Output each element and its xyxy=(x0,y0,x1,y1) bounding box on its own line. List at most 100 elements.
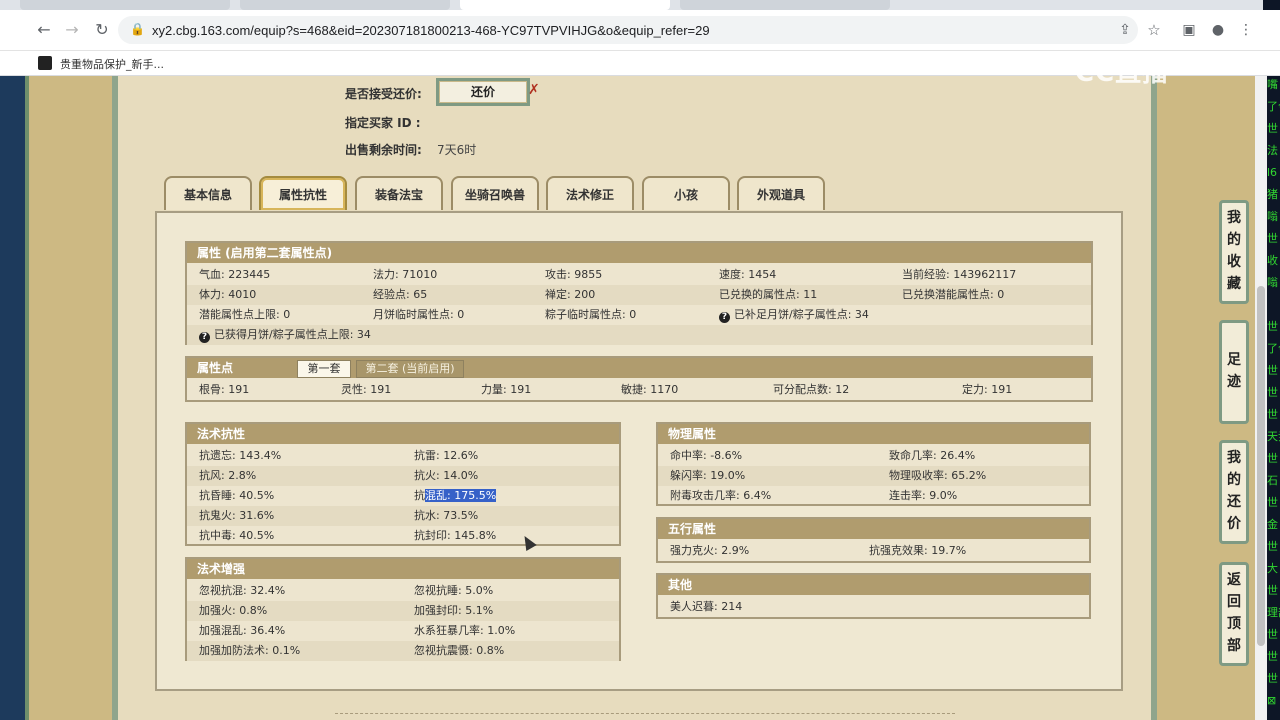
chat-line: 嗡 xyxy=(1267,210,1278,223)
table-row: 抗中毒: 40.5% 抗封印: 145.8% xyxy=(187,526,619,546)
strength-value: 力量: 191 xyxy=(481,383,532,396)
my-offers-button[interactable]: 我的还价 xyxy=(1219,440,1249,544)
side-button-char: 我 xyxy=(1227,450,1241,466)
filled-points-text: 已补足月饼/粽子属性点: 34 xyxy=(734,308,869,321)
chat-line: 嘴 xyxy=(1267,78,1278,91)
browser-tab[interactable] xyxy=(240,0,450,10)
browser-tab[interactable] xyxy=(680,0,890,10)
resist-value: 抗遗忘: 143.4% xyxy=(199,449,282,462)
scrollbar[interactable] xyxy=(1255,76,1267,720)
profile-icon[interactable]: ● xyxy=(1208,20,1228,40)
resist-value: 抗风: 2.8% xyxy=(199,469,257,482)
tab-basic-info[interactable]: 基本信息 xyxy=(164,176,252,210)
boost-value: 加强加防法术: 0.1% xyxy=(199,644,301,657)
table-row: 加强混乱: 36.4% 水系狂暴几率: 1.0% xyxy=(187,621,619,641)
tab-point-set-2[interactable]: 第二套 (当前启用) xyxy=(356,360,464,378)
chat-line: 法 xyxy=(1267,144,1278,157)
side-button-char: 回 xyxy=(1227,594,1241,610)
forward-icon[interactable]: → xyxy=(62,20,82,40)
exp-points-value: 经验点: 65 xyxy=(373,288,428,301)
section-title: 其他 xyxy=(658,575,1089,595)
stat-points-section: 属性点 第一套 第二套 (当前启用) 根骨: 191 灵性: 191 力量: 1… xyxy=(185,356,1093,402)
tab-children[interactable]: 小孩 xyxy=(642,176,730,210)
attributes-section: 属性 (启用第二套属性点) 气血: 223445 法力: 71010 攻击: 9… xyxy=(185,241,1093,345)
resist-value: 抗鬼火: 31.6% xyxy=(199,509,275,522)
table-row: 抗风: 2.8% 抗火: 14.0% xyxy=(187,466,619,486)
time-left-value: 7天6时 xyxy=(437,143,477,157)
bookmark-item[interactable]: 贵重物品保护_新手... xyxy=(60,56,164,72)
spirit-value: 灵性: 191 xyxy=(341,383,392,396)
chat-line: 世 xyxy=(1267,452,1278,465)
potential-limit-value: 潜能属性点上限: 0 xyxy=(199,308,291,321)
section-title: 五行属性 xyxy=(658,519,1089,539)
resist-prefix: 抗 xyxy=(414,489,425,502)
chat-line: 世 xyxy=(1267,540,1278,553)
footprint-button[interactable]: 足迹 xyxy=(1219,320,1249,424)
offer-button[interactable]: 还价 xyxy=(436,78,530,106)
url-field[interactable]: 🔒 xy2.cbg.163.com/equip?s=468&eid=202307… xyxy=(118,16,1138,44)
resist-value: 抗水: 73.5% xyxy=(414,509,479,522)
scroll-thumb[interactable] xyxy=(1257,286,1265,646)
chat-line: 世 xyxy=(1267,364,1278,377)
boost-value: 忽视抗混: 32.4% xyxy=(199,584,286,597)
chat-line: 世 xyxy=(1267,650,1278,663)
chat-line: 了今 xyxy=(1267,342,1280,355)
speed-value: 速度: 1454 xyxy=(719,268,777,281)
browser-tab-strip xyxy=(0,0,1280,10)
offer-mark-icon: ✗ xyxy=(528,82,540,98)
tab-point-set-1[interactable]: 第一套 xyxy=(297,360,351,378)
menu-icon[interactable]: ⋮ xyxy=(1236,20,1256,40)
tab-attributes-resist[interactable]: 属性抗性 xyxy=(259,176,347,210)
tab-equipment[interactable]: 装备法宝 xyxy=(355,176,443,210)
physical-section: 物理属性 命中率: -8.6% 致命几率: 26.4% 躲闪率: 19.0% 物… xyxy=(656,422,1091,506)
exchanged-points-value: 已兑换的属性点: 11 xyxy=(719,288,818,301)
time-left-label: 出售剩余时间: xyxy=(345,143,422,157)
sidepanel-icon[interactable]: ▣ xyxy=(1179,20,1199,40)
chat-line: 世 xyxy=(1267,584,1278,597)
chat-line: 世 xyxy=(1267,408,1278,421)
tab-spell-correction[interactable]: 法术修正 xyxy=(546,176,634,210)
share-icon[interactable]: ⇪ xyxy=(1115,20,1135,40)
spell-boost-section: 法术增强 忽视抗混: 32.4% 忽视抗睡: 5.0% 加强火: 0.8% 加强… xyxy=(185,557,621,661)
table-row: 潜能属性点上限: 0 月饼临时属性点: 0 粽子临时属性点: 0 ? 已补足月饼/… xyxy=(187,305,1091,325)
back-to-top-button[interactable]: 返回顶部 xyxy=(1219,562,1249,666)
browser-tab-active[interactable] xyxy=(460,0,670,10)
table-row: ? 已获得月饼/粽子属性点上限: 34 xyxy=(187,325,1091,345)
boost-value: 加强封印: 5.1% xyxy=(414,604,494,617)
resist-value: 抗昏睡: 40.5% xyxy=(199,489,275,502)
table-row: 抗昏睡: 40.5% 抗混乱: 175.5% xyxy=(187,486,619,506)
side-button-char: 我 xyxy=(1227,210,1241,226)
help-icon[interactable]: ? xyxy=(199,332,210,343)
side-button-char: 顶 xyxy=(1227,616,1241,632)
bookmark-star-icon[interactable]: ☆ xyxy=(1144,20,1164,40)
table-row: 抗鬼火: 31.6% 抗水: 73.5% xyxy=(187,506,619,526)
chat-line: ⊠ xyxy=(1267,694,1277,707)
reload-icon[interactable]: ↻ xyxy=(92,20,112,40)
table-row: 躲闪率: 19.0% 物理吸收率: 65.2% xyxy=(658,466,1089,486)
chat-line: 世 xyxy=(1267,496,1278,509)
resist-value: 抗封印: 145.8% xyxy=(414,529,497,542)
help-icon[interactable]: ? xyxy=(719,312,730,323)
side-button-char: 收 xyxy=(1227,254,1241,270)
section-title: 法术抗性 xyxy=(187,424,619,444)
physical-value: 物理吸收率: 65.2% xyxy=(889,469,987,482)
filled-points-value: ? 已补足月饼/粽子属性点: 34 xyxy=(719,305,869,325)
selected-text[interactable]: 混乱: 175.5% xyxy=(425,489,497,502)
back-icon[interactable]: ← xyxy=(34,20,54,40)
element-value: 抗强克效果: 19.7% xyxy=(869,544,967,557)
tab-appearance[interactable]: 外观道具 xyxy=(737,176,825,210)
physical-value: 附毒攻击几率: 6.4% xyxy=(670,489,772,502)
table-row: 根骨: 191 灵性: 191 力量: 191 敏捷: 1170 可分配点数: … xyxy=(187,380,1091,400)
section-title: 属性 (启用第二套属性点) xyxy=(187,243,1091,263)
tab-mounts-pets[interactable]: 坐骑召唤兽 xyxy=(451,176,539,210)
mooncake-temp-value: 月饼临时属性点: 0 xyxy=(373,308,465,321)
side-button-char: 还 xyxy=(1227,494,1241,510)
chat-line: l6 xyxy=(1267,166,1278,179)
side-button-char: 价 xyxy=(1227,516,1241,532)
side-button-char: 返 xyxy=(1227,572,1241,588)
boost-value: 水系狂暴几率: 1.0% xyxy=(414,624,516,637)
browser-tab[interactable] xyxy=(20,0,230,10)
my-favorites-button[interactable]: 我的收藏 xyxy=(1219,200,1249,304)
table-row: 附毒攻击几率: 6.4% 连击率: 9.0% xyxy=(658,486,1089,506)
physical-value: 致命几率: 26.4% xyxy=(889,449,976,462)
